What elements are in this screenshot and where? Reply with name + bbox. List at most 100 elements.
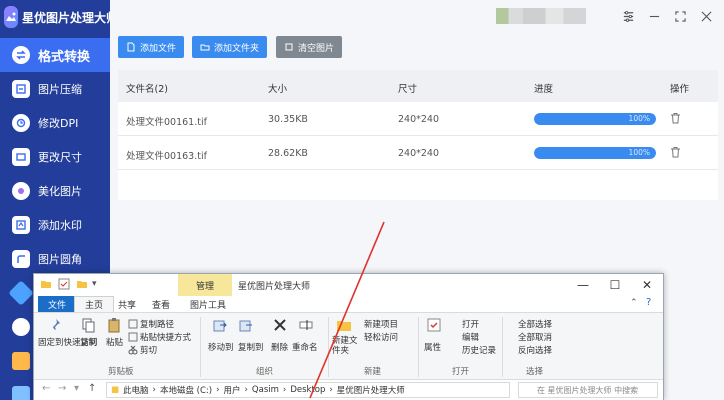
select-all-button[interactable]: 全部选择 xyxy=(518,318,552,330)
beautify-icon xyxy=(12,182,30,200)
sidebar-item-label: 更改尺寸 xyxy=(38,151,82,164)
col-progress: 进度 xyxy=(534,84,554,95)
sidebar-item-watermark[interactable]: 添加水印 xyxy=(0,208,110,242)
breadcrumb-item[interactable]: 本地磁盘 (C:) xyxy=(160,384,212,396)
copy-path-button[interactable]: 复制路径 xyxy=(140,318,174,330)
file-table: 文件名(2) 大小 尺寸 进度 操作 处理文件00161.tif 30.35KB… xyxy=(118,70,718,200)
cell-size: 30.35KB xyxy=(268,114,308,125)
add-folder-button[interactable]: 添加文件夹 xyxy=(192,36,268,58)
explorer-close-icon[interactable]: ✕ xyxy=(632,276,662,294)
ribbon-collapse-icon[interactable]: ⌃ xyxy=(630,298,638,308)
breadcrumb-chevron-icon: › xyxy=(216,385,220,395)
file-explorer-window: ▾ 管理 星优图片处理大师 — ☐ ✕ 文件 主页 共享 查看 图片工具 ⌃ ?… xyxy=(33,273,664,400)
minimize-icon[interactable] xyxy=(646,8,662,24)
add-file-label: 添加文件 xyxy=(140,43,177,54)
forward-icon[interactable]: → xyxy=(58,383,66,394)
properties-button[interactable]: 属性 xyxy=(424,341,441,353)
rename-button[interactable]: 重命名 xyxy=(292,341,318,353)
sidebar-item-format-convert[interactable]: 格式转换 xyxy=(0,38,110,72)
dpi-icon xyxy=(12,114,30,132)
history-button[interactable]: 历史记录 xyxy=(462,344,496,356)
progress-label: 100% xyxy=(628,148,650,157)
search-input[interactable]: 在 星优图片处理大师 中搜索 xyxy=(518,382,658,398)
breadcrumb-item[interactable]: 此电脑 xyxy=(123,384,149,396)
back-icon[interactable]: ← xyxy=(42,383,50,394)
paste-icon xyxy=(108,318,120,333)
address-bar: ← → ▾ ↑ ■ 此电脑 › 本地磁盘 (C:) › 用户 › Qasim › Des… xyxy=(34,380,663,400)
progress-bar: 100% xyxy=(534,113,656,125)
copy-button[interactable]: 复制 xyxy=(80,336,97,348)
pin-icon xyxy=(51,319,60,332)
add-file-icon xyxy=(127,42,135,52)
group-select: 选择 xyxy=(526,367,544,377)
sidebar-icon-partial-2[interactable] xyxy=(12,318,30,336)
delete-button[interactable]: 删除 xyxy=(271,341,288,353)
tab-picture-tools[interactable]: 图片工具 xyxy=(180,296,236,312)
paste-shortcut-button[interactable]: 粘贴快捷方式 xyxy=(140,331,191,343)
breadcrumb-item[interactable]: 用户 xyxy=(224,384,241,396)
breadcrumb-item[interactable]: 星优图片处理大师 xyxy=(337,384,405,396)
easy-access-button[interactable]: 轻松访问 xyxy=(364,331,398,343)
sidebar-item-compress[interactable]: 图片压缩 xyxy=(0,72,110,106)
invert-selection-button[interactable]: 反向选择 xyxy=(518,344,552,356)
close-icon[interactable] xyxy=(698,8,714,24)
col-dims: 尺寸 xyxy=(398,84,418,95)
edit-button[interactable]: 编辑 xyxy=(462,331,479,343)
context-tab-manage[interactable]: 管理 xyxy=(178,274,232,296)
sidebar-icon-partial-3[interactable] xyxy=(12,352,30,370)
rename-icon xyxy=(299,320,313,330)
explorer-minimize-icon[interactable]: — xyxy=(568,276,598,294)
new-folder-button[interactable]: 新建文件夹 xyxy=(332,336,358,356)
tab-file[interactable]: 文件 xyxy=(38,296,77,312)
select-none-button[interactable]: 全部取消 xyxy=(518,331,552,343)
trash-icon[interactable] xyxy=(670,146,681,158)
breadcrumb-item[interactable]: Desktop xyxy=(290,385,325,395)
add-file-button[interactable]: 添加文件 xyxy=(118,36,185,58)
breadcrumb-chevron-icon: › xyxy=(329,385,333,395)
sidebar-item-label: 添加水印 xyxy=(38,219,82,232)
copy-to-button[interactable]: 复制到 xyxy=(238,341,264,353)
new-folder-large-icon xyxy=(337,321,351,331)
paste-button[interactable]: 粘贴 xyxy=(106,336,123,348)
new-folder-icon[interactable] xyxy=(76,278,88,290)
sidebar-item-round-corner[interactable]: 图片圆角 xyxy=(0,242,110,276)
cell-filename: 处理文件00163.tif xyxy=(126,151,207,162)
move-to-icon xyxy=(213,320,227,332)
new-item-button[interactable]: 新建项目 xyxy=(364,318,398,330)
sidebar-item-dpi[interactable]: 修改DPI xyxy=(0,106,110,140)
sidebar-item-resize[interactable]: 更改尺寸 xyxy=(0,140,110,174)
properties-check-icon[interactable] xyxy=(58,278,70,290)
sidebar-icon-partial-4[interactable] xyxy=(12,386,30,400)
cut-button[interactable]: 剪切 xyxy=(140,344,157,356)
ribbon-tabs: 文件 主页 共享 查看 图片工具 ⌃ ? xyxy=(34,296,663,312)
clear-list-button[interactable]: 清空图片 xyxy=(276,36,343,58)
trash-icon[interactable] xyxy=(670,112,681,124)
table-row[interactable]: 处理文件00163.tif 28.62KB 240*240 100% xyxy=(118,136,718,170)
brand: 星优图片处理大师 xyxy=(0,0,118,34)
properties-icon xyxy=(427,318,441,332)
sidebar-item-beautify[interactable]: 美化图片 xyxy=(0,174,110,208)
up-icon[interactable]: ↑ xyxy=(88,383,96,394)
maximize-icon[interactable] xyxy=(672,8,688,24)
tab-view[interactable]: 查看 xyxy=(142,296,180,312)
sidebar-icon-partial-1[interactable] xyxy=(8,280,34,306)
app-logo-icon xyxy=(4,6,18,28)
breadcrumb-chevron-icon: › xyxy=(244,385,248,395)
history-dropdown-icon[interactable]: ▾ xyxy=(74,383,79,394)
breadcrumb-item[interactable]: Qasim xyxy=(252,385,279,395)
tab-share[interactable]: 共享 xyxy=(108,296,146,312)
address-input[interactable]: ■ 此电脑 › 本地磁盘 (C:) › 用户 › Qasim › Desktop › 星优… xyxy=(106,382,510,398)
quick-access-dropdown-icon[interactable]: ▾ xyxy=(92,279,97,289)
sidebar-item-label: 格式转换 xyxy=(38,49,91,65)
resize-icon xyxy=(12,148,30,166)
help-icon[interactable]: ? xyxy=(646,297,651,308)
table-row[interactable]: 处理文件00161.tif 30.35KB 240*240 100% xyxy=(118,102,718,136)
settings-icon[interactable] xyxy=(620,8,636,24)
move-to-button[interactable]: 移动到 xyxy=(208,341,234,353)
app-window: 星优图片处理大师 格式转换 图片压缩 修改DPI 更改尺寸 美化图片 添加水印 xyxy=(0,0,724,400)
explorer-maximize-icon[interactable]: ☐ xyxy=(600,276,630,294)
open-button[interactable]: 打开 xyxy=(462,318,479,330)
add-folder-label: 添加文件夹 xyxy=(214,43,260,54)
table-header: 文件名(2) 大小 尺寸 进度 操作 xyxy=(118,70,718,102)
sidebar-item-label: 美化图片 xyxy=(38,185,82,198)
